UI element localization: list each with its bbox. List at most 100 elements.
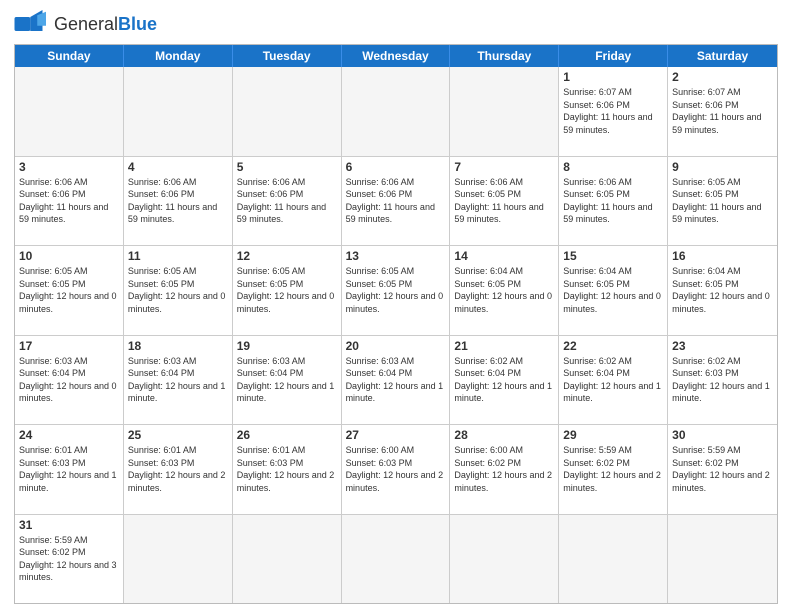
day-number: 30 bbox=[672, 428, 773, 442]
calendar-cell: 20Sunrise: 6:03 AM Sunset: 6:04 PM Dayli… bbox=[342, 336, 451, 425]
calendar-cell: 22 Sunrise: 6:02 AM Sunset: 6:04 PM Dayli… bbox=[559, 336, 668, 425]
logo: GeneralBlue bbox=[14, 10, 157, 38]
day-info: Sunrise: 6:00 AM Sunset: 6:03 PM Dayligh… bbox=[346, 444, 446, 494]
day-header-sunday: Sunday bbox=[15, 45, 124, 67]
day-info: Sunrise: 6:02 AM Sunset: 6:04 PM Dayligh… bbox=[563, 355, 663, 405]
calendar-cell: 8Sunrise: 6:06 AM Sunset: 6:05 PM Daylig… bbox=[559, 157, 668, 246]
day-number: 9 bbox=[672, 160, 773, 174]
day-number: 13 bbox=[346, 249, 446, 263]
day-number: 15 bbox=[563, 249, 663, 263]
day-number: 29 bbox=[563, 428, 663, 442]
calendar-cell: 26Sunrise: 6:01 AM Sunset: 6:03 PM Dayli… bbox=[233, 425, 342, 514]
calendar-cell: 4 Sunrise: 6:06 AM Sunset: 6:06 PM Daylig… bbox=[124, 157, 233, 246]
calendar-cell: 11 Sunrise: 6:05 AM Sunset: 6:05 PM Dayli… bbox=[124, 246, 233, 335]
day-info: Sunrise: 6:05 AM Sunset: 6:05 PM Dayligh… bbox=[19, 265, 119, 315]
calendar-cell bbox=[559, 515, 668, 604]
calendar-cell: 7Sunrise: 6:06 AM Sunset: 6:05 PM Daylig… bbox=[450, 157, 559, 246]
day-header-wednesday: Wednesday bbox=[342, 45, 451, 67]
day-number: 17 bbox=[19, 339, 119, 353]
calendar-row: 24Sunrise: 6:01 AM Sunset: 6:03 PM Dayli… bbox=[15, 424, 777, 514]
day-info: Sunrise: 6:01 AM Sunset: 6:03 PM Dayligh… bbox=[237, 444, 337, 494]
calendar-cell bbox=[233, 67, 342, 156]
day-info: Sunrise: 6:03 AM Sunset: 6:04 PM Dayligh… bbox=[128, 355, 228, 405]
calendar-cell: 14 Sunrise: 6:04 AM Sunset: 6:05 PM Dayli… bbox=[450, 246, 559, 335]
calendar-cell: 1 Sunrise: 6:07 AM Sunset: 6:06 PM Daylig… bbox=[559, 67, 668, 156]
day-info: Sunrise: 6:05 AM Sunset: 6:05 PM Dayligh… bbox=[237, 265, 337, 315]
day-info: Sunrise: 6:04 AM Sunset: 6:05 PM Dayligh… bbox=[672, 265, 773, 315]
day-info: Sunrise: 6:03 AM Sunset: 6:04 PM Dayligh… bbox=[19, 355, 119, 405]
day-number: 11 bbox=[128, 249, 228, 263]
calendar-row: 3 Sunrise: 6:06 AM Sunset: 6:06 PM Daylig… bbox=[15, 156, 777, 246]
day-info: Sunrise: 6:04 AM Sunset: 6:05 PM Dayligh… bbox=[563, 265, 663, 315]
calendar-cell: 6Sunrise: 6:06 AM Sunset: 6:06 PM Daylig… bbox=[342, 157, 451, 246]
calendar-row: 17 Sunrise: 6:03 AM Sunset: 6:04 PM Dayli… bbox=[15, 335, 777, 425]
day-number: 4 bbox=[128, 160, 228, 174]
day-number: 22 bbox=[563, 339, 663, 353]
day-info: Sunrise: 6:02 AM Sunset: 6:03 PM Dayligh… bbox=[672, 355, 773, 405]
calendar-cell: 10 Sunrise: 6:05 AM Sunset: 6:05 PM Dayli… bbox=[15, 246, 124, 335]
day-info: Sunrise: 6:05 AM Sunset: 6:05 PM Dayligh… bbox=[672, 176, 773, 226]
day-info: Sunrise: 6:01 AM Sunset: 6:03 PM Dayligh… bbox=[19, 444, 119, 494]
calendar-cell bbox=[450, 67, 559, 156]
calendar-cell: 16 Sunrise: 6:04 AM Sunset: 6:05 PM Dayli… bbox=[668, 246, 777, 335]
day-info: Sunrise: 6:06 AM Sunset: 6:05 PM Dayligh… bbox=[563, 176, 663, 226]
calendar-cell: 24Sunrise: 6:01 AM Sunset: 6:03 PM Dayli… bbox=[15, 425, 124, 514]
calendar-cell: 17 Sunrise: 6:03 AM Sunset: 6:04 PM Dayli… bbox=[15, 336, 124, 425]
day-info: Sunrise: 5:59 AM Sunset: 6:02 PM Dayligh… bbox=[19, 534, 119, 584]
calendar-cell: 28Sunrise: 6:00 AM Sunset: 6:02 PM Dayli… bbox=[450, 425, 559, 514]
day-header-friday: Friday bbox=[559, 45, 668, 67]
day-number: 23 bbox=[672, 339, 773, 353]
calendar-row: 10 Sunrise: 6:05 AM Sunset: 6:05 PM Dayli… bbox=[15, 245, 777, 335]
day-number: 12 bbox=[237, 249, 337, 263]
day-header-saturday: Saturday bbox=[668, 45, 777, 67]
day-info: Sunrise: 6:03 AM Sunset: 6:04 PM Dayligh… bbox=[237, 355, 337, 405]
calendar-cell: 19 Sunrise: 6:03 AM Sunset: 6:04 PM Dayli… bbox=[233, 336, 342, 425]
calendar-cell: 13 Sunrise: 6:05 AM Sunset: 6:05 PM Dayli… bbox=[342, 246, 451, 335]
day-info: Sunrise: 6:04 AM Sunset: 6:05 PM Dayligh… bbox=[454, 265, 554, 315]
logo-text: GeneralBlue bbox=[54, 14, 157, 35]
day-info: Sunrise: 6:05 AM Sunset: 6:05 PM Dayligh… bbox=[346, 265, 446, 315]
day-number: 25 bbox=[128, 428, 228, 442]
calendar-header: SundayMondayTuesdayWednesdayThursdayFrid… bbox=[15, 45, 777, 67]
day-info: Sunrise: 6:06 AM Sunset: 6:06 PM Dayligh… bbox=[237, 176, 337, 226]
day-number: 7 bbox=[454, 160, 554, 174]
logo-icon bbox=[14, 10, 50, 38]
calendar-cell: 30 Sunrise: 5:59 AM Sunset: 6:02 PM Dayli… bbox=[668, 425, 777, 514]
calendar-cell: 31 Sunrise: 5:59 AM Sunset: 6:02 PM Dayli… bbox=[15, 515, 124, 604]
calendar-row: 31 Sunrise: 5:59 AM Sunset: 6:02 PM Dayli… bbox=[15, 514, 777, 604]
day-info: Sunrise: 6:06 AM Sunset: 6:06 PM Dayligh… bbox=[128, 176, 228, 226]
day-info: Sunrise: 6:06 AM Sunset: 6:06 PM Dayligh… bbox=[19, 176, 119, 226]
calendar-cell bbox=[124, 67, 233, 156]
calendar: SundayMondayTuesdayWednesdayThursdayFrid… bbox=[14, 44, 778, 604]
day-info: Sunrise: 5:59 AM Sunset: 6:02 PM Dayligh… bbox=[672, 444, 773, 494]
page-header: GeneralBlue bbox=[14, 10, 778, 38]
day-info: Sunrise: 6:05 AM Sunset: 6:05 PM Dayligh… bbox=[128, 265, 228, 315]
calendar-cell bbox=[15, 67, 124, 156]
day-number: 3 bbox=[19, 160, 119, 174]
day-number: 1 bbox=[563, 70, 663, 84]
day-number: 10 bbox=[19, 249, 119, 263]
day-header-thursday: Thursday bbox=[450, 45, 559, 67]
day-info: Sunrise: 6:07 AM Sunset: 6:06 PM Dayligh… bbox=[563, 86, 663, 136]
day-info: Sunrise: 6:02 AM Sunset: 6:04 PM Dayligh… bbox=[454, 355, 554, 405]
calendar-cell: 29Sunrise: 5:59 AM Sunset: 6:02 PM Dayli… bbox=[559, 425, 668, 514]
day-number: 18 bbox=[128, 339, 228, 353]
calendar-cell: 27Sunrise: 6:00 AM Sunset: 6:03 PM Dayli… bbox=[342, 425, 451, 514]
day-number: 31 bbox=[19, 518, 119, 532]
calendar-cell bbox=[342, 515, 451, 604]
day-number: 16 bbox=[672, 249, 773, 263]
day-number: 5 bbox=[237, 160, 337, 174]
calendar-row: 1 Sunrise: 6:07 AM Sunset: 6:06 PM Daylig… bbox=[15, 67, 777, 156]
day-number: 14 bbox=[454, 249, 554, 263]
day-number: 21 bbox=[454, 339, 554, 353]
day-number: 19 bbox=[237, 339, 337, 353]
calendar-cell: 23 Sunrise: 6:02 AM Sunset: 6:03 PM Dayli… bbox=[668, 336, 777, 425]
day-info: Sunrise: 6:01 AM Sunset: 6:03 PM Dayligh… bbox=[128, 444, 228, 494]
calendar-cell bbox=[450, 515, 559, 604]
calendar-cell: 25 Sunrise: 6:01 AM Sunset: 6:03 PM Dayli… bbox=[124, 425, 233, 514]
calendar-cell: 9 Sunrise: 6:05 AM Sunset: 6:05 PM Daylig… bbox=[668, 157, 777, 246]
calendar-cell: 3 Sunrise: 6:06 AM Sunset: 6:06 PM Daylig… bbox=[15, 157, 124, 246]
day-header-monday: Monday bbox=[124, 45, 233, 67]
day-number: 20 bbox=[346, 339, 446, 353]
calendar-cell: 12 Sunrise: 6:05 AM Sunset: 6:05 PM Dayli… bbox=[233, 246, 342, 335]
